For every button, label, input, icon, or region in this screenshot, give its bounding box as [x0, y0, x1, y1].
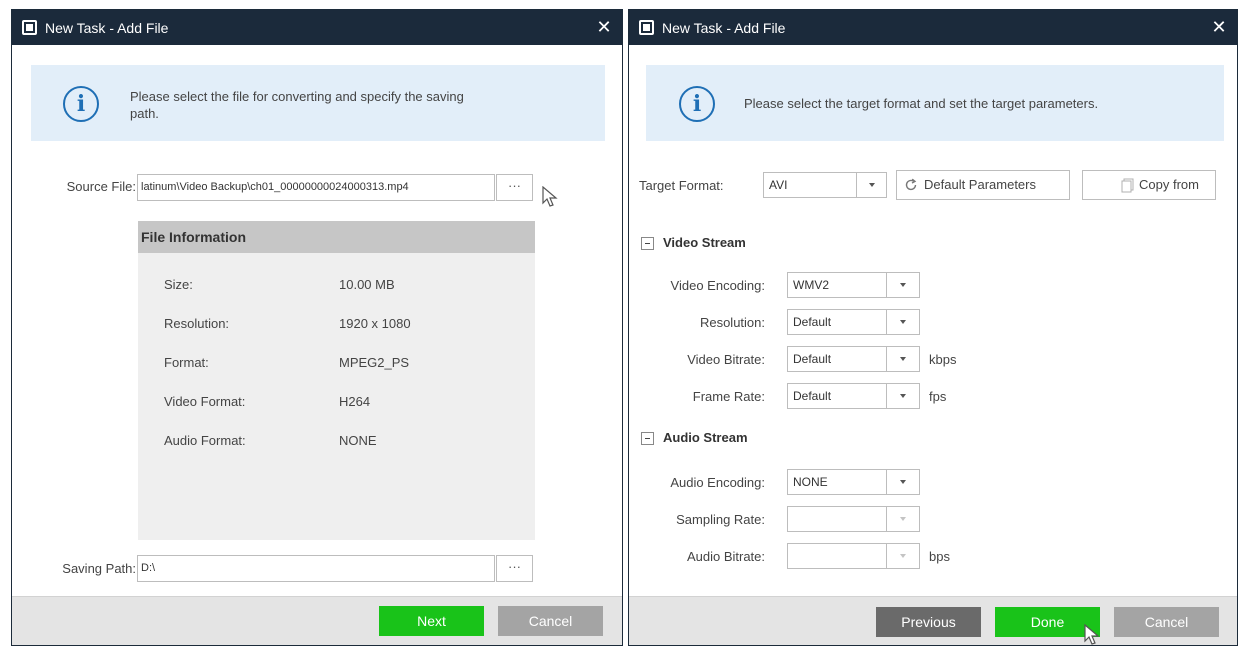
dialog-title: New Task - Add File [662, 20, 786, 36]
file-info-row: Format: MPEG2_PS [138, 355, 535, 375]
audio-bitrate-label: Audio Bitrate: [686, 549, 765, 564]
frame-rate-value: Default [787, 383, 887, 409]
target-format-select[interactable]: AVI [763, 172, 887, 198]
copy-icon [1121, 178, 1134, 193]
saving-path-browse-button[interactable]: ··· [496, 555, 533, 582]
file-info-row: Size: 10.00 MB [138, 277, 535, 297]
video-bitrate-label: Video Bitrate: [687, 352, 765, 367]
dialog-footer: Next Cancel [12, 596, 622, 645]
sampling-rate-label: Sampling Rate: [676, 512, 765, 527]
file-info-row: Video Format: H264 [138, 394, 535, 414]
chevron-down-icon[interactable] [886, 309, 920, 335]
copy-from-label: Copy from [1139, 177, 1199, 192]
info-banner: i Please select the target format and se… [646, 65, 1224, 141]
document-icon [639, 20, 654, 35]
collapse-icon[interactable] [641, 432, 654, 445]
video-stream-title: Video Stream [663, 235, 746, 250]
previous-button[interactable]: Previous [876, 607, 981, 637]
next-button[interactable]: Next [379, 606, 484, 636]
saving-path-input[interactable]: D:\ [137, 555, 495, 582]
file-info-key: Format: [164, 355, 209, 370]
title-bar: New Task - Add File ✕ [12, 10, 622, 45]
close-icon[interactable]: ✕ [1209, 16, 1229, 38]
title-bar: New Task - Add File ✕ [629, 10, 1237, 45]
collapse-icon[interactable] [641, 237, 654, 250]
frame-rate-label: Frame Rate: [692, 389, 765, 404]
sampling-rate-value [787, 506, 887, 532]
audio-encoding-value: NONE [787, 469, 887, 495]
video-encoding-select[interactable]: WMV2 [787, 272, 920, 298]
file-info-value: 1920 x 1080 [339, 316, 411, 331]
audio-encoding-select[interactable]: NONE [787, 469, 920, 495]
info-text: Please select the target format and set … [744, 96, 1099, 111]
file-info-row: Resolution: 1920 x 1080 [138, 316, 535, 336]
audio-stream-title: Audio Stream [663, 430, 748, 445]
file-info-row: Audio Format: NONE [138, 433, 535, 453]
mouse-cursor-icon [1084, 624, 1100, 645]
frame-rate-unit: fps [929, 389, 947, 404]
info-text: Please select the file for converting an… [130, 89, 464, 121]
file-info-value: 10.00 MB [339, 277, 395, 292]
source-file-input[interactable]: latinum\Video Backup\ch01_00000000024000… [137, 174, 495, 201]
document-icon [22, 20, 37, 35]
frame-rate-select[interactable]: Default [787, 383, 920, 409]
file-info-key: Audio Format: [164, 433, 246, 448]
refresh-icon [905, 178, 917, 191]
chevron-down-icon[interactable] [886, 346, 920, 372]
dialog-footer: Previous Done Cancel [629, 596, 1237, 645]
sampling-rate-select[interactable] [787, 506, 920, 532]
copy-from-button[interactable]: Copy from [1082, 170, 1216, 200]
chevron-down-icon[interactable] [856, 172, 887, 198]
audio-bitrate-select[interactable] [787, 543, 920, 569]
video-bitrate-value: Default [787, 346, 887, 372]
video-bitrate-unit: kbps [929, 352, 957, 367]
chevron-down-icon[interactable] [886, 506, 920, 532]
info-banner: i Please select the file for converting … [31, 65, 605, 141]
source-file-label: Source File: [66, 179, 136, 194]
add-file-dialog-source: New Task - Add File ✕ i Please select th… [11, 9, 623, 646]
resolution-select[interactable]: Default [787, 309, 920, 335]
file-information-panel: File Information Size: 10.00 MB Resoluti… [138, 221, 535, 540]
chevron-down-icon[interactable] [886, 469, 920, 495]
dialog-title: New Task - Add File [45, 20, 169, 36]
file-info-key: Resolution: [164, 316, 230, 331]
info-icon: i [679, 86, 715, 122]
chevron-down-icon[interactable] [886, 272, 920, 298]
mouse-cursor-icon [542, 186, 558, 207]
saving-path-label: Saving Path: [62, 561, 136, 576]
file-information-header: File Information [138, 221, 535, 253]
resolution-value: Default [787, 309, 887, 335]
audio-bitrate-value [787, 543, 887, 569]
file-info-value: NONE [339, 433, 377, 448]
default-parameters-label: Default Parameters [924, 177, 1036, 192]
audio-bitrate-unit: bps [929, 549, 950, 564]
file-info-value: MPEG2_PS [339, 355, 410, 370]
close-icon[interactable]: ✕ [594, 16, 614, 38]
target-format-value: AVI [763, 172, 857, 198]
default-parameters-button[interactable]: Default Parameters [896, 170, 1070, 200]
file-info-key: Size: [164, 277, 193, 292]
audio-encoding-label: Audio Encoding: [670, 475, 765, 490]
file-info-key: Video Format: [164, 394, 246, 409]
source-file-browse-button[interactable]: ··· [496, 174, 533, 201]
chevron-down-icon[interactable] [886, 543, 920, 569]
info-icon: i [63, 86, 99, 122]
file-info-value: H264 [339, 394, 371, 409]
video-bitrate-select[interactable]: Default [787, 346, 920, 372]
video-encoding-label: Video Encoding: [670, 278, 765, 293]
video-encoding-value: WMV2 [787, 272, 887, 298]
target-format-label: Target Format: [639, 178, 724, 193]
resolution-label: Resolution: [699, 315, 765, 330]
cancel-button[interactable]: Cancel [1114, 607, 1219, 637]
chevron-down-icon[interactable] [886, 383, 920, 409]
cancel-button[interactable]: Cancel [498, 606, 603, 636]
add-file-dialog-target: New Task - Add File ✕ i Please select th… [628, 9, 1238, 646]
